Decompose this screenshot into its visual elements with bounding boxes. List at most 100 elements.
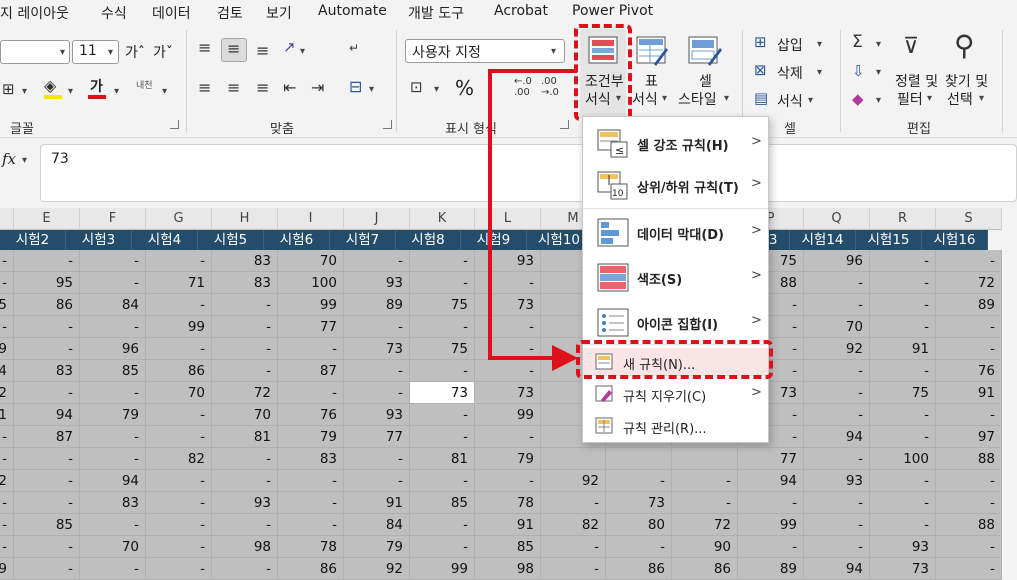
grid-cell[interactable]: 79 (344, 536, 410, 558)
grid-cell[interactable]: 85 (80, 360, 146, 382)
grid-cell[interactable]: 72 (936, 272, 1002, 294)
grid-cell[interactable]: 83 (14, 360, 80, 382)
grid-cell[interactable]: 87 (278, 360, 344, 382)
grid-cell[interactable]: - (936, 558, 1002, 580)
accounting-format-icon[interactable]: ⊡ (410, 80, 423, 95)
grid-cell[interactable]: 75 (410, 294, 475, 316)
wrap-text-icon[interactable]: ↵ (349, 42, 359, 54)
grid-cell[interactable]: - (804, 294, 870, 316)
align-center-icon[interactable]: ≡ (227, 80, 240, 96)
grid-cell[interactable]: 77 (738, 448, 804, 470)
grid-cell[interactable]: - (278, 338, 344, 360)
grid-cell[interactable]: - (672, 492, 738, 514)
grid-cell[interactable]: - (804, 536, 870, 558)
grid-cell[interactable]: - (541, 492, 606, 514)
grid-cell[interactable]: - (80, 514, 146, 536)
menu-item-manage-rules[interactable]: 규칙 관리(R)... (583, 412, 768, 440)
grid-cell[interactable]: - (344, 470, 410, 492)
number-launcher-icon[interactable] (560, 120, 569, 129)
chevron-down-icon[interactable]: ▾ (60, 47, 65, 58)
grid-cell[interactable]: - (606, 470, 672, 492)
tab-data[interactable]: 데이터 (152, 3, 191, 23)
format-cells-icon[interactable]: ▤ (754, 91, 768, 106)
grid-cell[interactable]: 77 (278, 316, 344, 338)
grid-cell[interactable]: 72 (672, 514, 738, 536)
grid-cell[interactable]: 81 (410, 448, 475, 470)
grid-cell[interactable]: 94 (804, 558, 870, 580)
increase-indent-icon[interactable]: ⇥ (311, 80, 324, 96)
grid-cell[interactable]: 93 (870, 536, 936, 558)
grid-cell[interactable]: 70 (804, 316, 870, 338)
grid-cell[interactable]: - (14, 536, 80, 558)
grid-cell[interactable]: - (14, 558, 80, 580)
grid-cell[interactable]: 94 (14, 404, 80, 426)
grid-cell[interactable]: - (936, 492, 1002, 514)
grid-cell[interactable]: 85 (14, 514, 80, 536)
grid-cell[interactable]: 89 (0, 338, 14, 360)
grid-cell[interactable]: 74 (0, 360, 14, 382)
grid-cell[interactable]: 91 (344, 492, 410, 514)
delete-button[interactable]: 삭제 (777, 63, 803, 83)
tab-view[interactable]: 보기 (266, 3, 292, 23)
grid-cell[interactable]: - (672, 470, 738, 492)
font-color-button[interactable]: 가 (90, 76, 103, 96)
percent-style-button[interactable]: % (455, 76, 474, 100)
grid-cell[interactable]: - (278, 382, 344, 404)
grid-cell[interactable]: 73 (344, 338, 410, 360)
find-select-icon[interactable]: ⚲ (954, 32, 975, 60)
grid-cell[interactable]: - (212, 360, 278, 382)
grid-cell[interactable]: - (14, 382, 80, 404)
grid-cell[interactable]: 71 (0, 404, 14, 426)
grid-cell[interactable]: - (541, 558, 606, 580)
grid-cell[interactable]: - (146, 404, 212, 426)
grid-cell[interactable]: 93 (344, 272, 410, 294)
grid-cell[interactable]: 79 (0, 558, 14, 580)
align-bottom-icon[interactable]: ≡ (256, 43, 269, 59)
decrease-font-button[interactable]: 가ˇ (153, 42, 173, 62)
insert-button[interactable]: 삽입 (777, 35, 803, 55)
align-left-icon[interactable]: ≡ (198, 80, 211, 96)
chevron-down-icon[interactable]: ▾ (551, 46, 556, 57)
tab-power-pivot[interactable]: Power Pivot (572, 3, 653, 19)
chevron-down-icon[interactable]: ▾ (108, 47, 113, 58)
grid-cell[interactable]: - (475, 316, 541, 338)
grid-cell[interactable]: - (410, 536, 475, 558)
column-header[interactable]: S (936, 208, 1002, 230)
grid-cell[interactable]: 84 (80, 294, 146, 316)
grid-cell[interactable]: - (0, 250, 14, 272)
grid-cell[interactable]: 79 (278, 426, 344, 448)
grid-cell[interactable]: - (14, 316, 80, 338)
grid-cell[interactable]: - (344, 382, 410, 404)
chevron-down-icon[interactable]: ▾ (876, 39, 881, 50)
grid-cell[interactable]: 73 (606, 492, 672, 514)
grid-cell[interactable]: 93 (804, 470, 870, 492)
orientation-icon[interactable]: ↗ (283, 40, 296, 55)
chevron-down-icon[interactable]: ▾ (927, 93, 932, 104)
grid-cell[interactable]: 91 (870, 338, 936, 360)
grid-cell[interactable]: 96 (80, 338, 146, 360)
grid-cell[interactable] (541, 448, 606, 470)
column-header[interactable]: J (344, 208, 410, 230)
grid-cell[interactable]: 79 (80, 404, 146, 426)
grid-cell[interactable]: - (870, 250, 936, 272)
chevron-down-icon[interactable]: ▾ (22, 155, 27, 166)
grid-cell[interactable]: 99 (410, 558, 475, 580)
grid-cell[interactable]: 100 (278, 272, 344, 294)
table-header-cell[interactable]: 시험8 (396, 230, 461, 250)
grid-cell[interactable]: 95 (0, 294, 14, 316)
chevron-down-icon[interactable]: ▾ (724, 93, 729, 104)
grid-cell[interactable]: 83 (212, 272, 278, 294)
grid-cell[interactable]: - (541, 536, 606, 558)
format-button[interactable]: 서식 (777, 91, 803, 111)
number-format-dropdown[interactable]: 사용자 지정 (405, 39, 565, 63)
table-header-cell[interactable]: 시험7 (330, 230, 396, 250)
grid-cell[interactable]: 85 (475, 536, 541, 558)
column-header[interactable]: Q (804, 208, 870, 230)
grid-cell[interactable]: - (212, 316, 278, 338)
grid-cell[interactable]: - (870, 426, 936, 448)
grid-cell[interactable]: 70 (80, 536, 146, 558)
grid-cell[interactable]: 78 (278, 536, 344, 558)
grid-cell[interactable]: - (80, 272, 146, 294)
alignment-launcher-icon[interactable] (383, 120, 392, 129)
increase-decimal-icon[interactable]: ←.0 .00 (514, 76, 532, 98)
